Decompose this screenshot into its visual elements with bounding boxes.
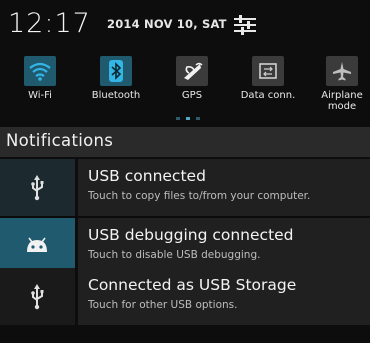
- notifications-header: Notifications: [0, 127, 370, 157]
- airplane-icon: [326, 56, 358, 86]
- notification-usb-debugging[interactable]: USB debugging connected Touch to disable…: [0, 218, 370, 275]
- toggle-data-connection[interactable]: Data conn.: [232, 50, 304, 112]
- notification-title: Connected as USB Storage: [88, 276, 297, 294]
- page-dot: [196, 117, 200, 120]
- toggle-label: Data conn.: [240, 90, 296, 101]
- notification-title: USB debugging connected: [88, 226, 294, 244]
- page-dot: [176, 117, 180, 120]
- wifi-icon: [24, 56, 56, 86]
- gps-icon: [176, 56, 208, 86]
- notification-title: USB connected: [88, 167, 206, 185]
- notification-usb-storage[interactable]: Connected as USB Storage Touch for other…: [0, 268, 370, 325]
- notification-shade: 12:17 2014 NOV 10, SAT Wi-Fi Bluetooth G…: [0, 0, 370, 343]
- notification-usb-connected[interactable]: USB connected Touch to copy files to/fro…: [0, 159, 370, 216]
- usb-icon: [0, 159, 75, 216]
- settings-sliders-icon[interactable]: [233, 14, 257, 36]
- toggle-label: Airplane mode: [321, 90, 363, 112]
- notifications-title: Notifications: [6, 131, 114, 150]
- page-dot-active: [186, 117, 190, 120]
- quick-settings-toggles: Wi-Fi Bluetooth GPS Data conn. Airplane …: [0, 50, 370, 120]
- notification-subtitle: Touch to disable USB debugging.: [88, 249, 261, 261]
- notification-body: USB debugging connected Touch to disable…: [78, 218, 370, 275]
- toggle-bluetooth[interactable]: Bluetooth: [80, 50, 152, 112]
- notification-body: Connected as USB Storage Touch for other…: [78, 268, 370, 325]
- toggle-airplane-mode[interactable]: Airplane mode: [306, 50, 370, 112]
- notification-subtitle: Touch for other USB options.: [88, 299, 238, 311]
- bluetooth-icon: [100, 56, 132, 86]
- android-debug-icon: [0, 218, 75, 275]
- notification-subtitle: Touch to copy files to/from your compute…: [88, 190, 311, 202]
- page-indicator: [176, 115, 206, 121]
- status-header: 12:17 2014 NOV 10, SAT: [0, 0, 370, 48]
- toggle-label: Wi-Fi: [28, 90, 52, 101]
- toggle-gps[interactable]: GPS: [156, 50, 228, 112]
- usb-icon: [0, 268, 75, 325]
- date-label[interactable]: 2014 NOV 10, SAT: [107, 17, 227, 31]
- notification-body: USB connected Touch to copy files to/fro…: [78, 159, 370, 216]
- toggle-wifi[interactable]: Wi-Fi: [4, 50, 76, 112]
- toggle-label: GPS: [181, 90, 203, 101]
- toggle-label: Bluetooth: [91, 90, 141, 101]
- data-connection-icon: [252, 56, 284, 86]
- clock: 12:17: [8, 8, 91, 39]
